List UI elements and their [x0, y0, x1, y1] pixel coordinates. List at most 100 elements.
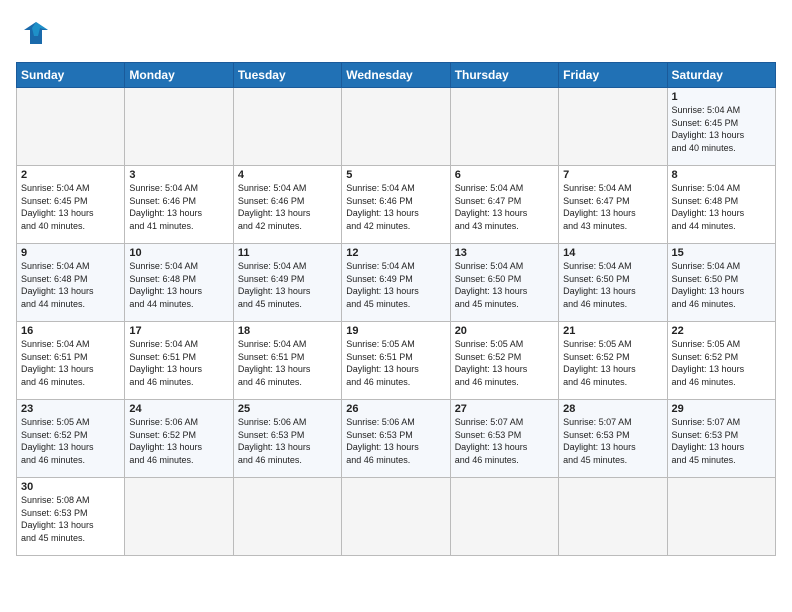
calendar-cell — [125, 478, 233, 556]
calendar-cell: 3 Sunrise: 5:04 AM Sunset: 6:46 PM Daylig… — [125, 166, 233, 244]
day-number: 6 — [455, 169, 554, 181]
calendar-cell: 15 Sunrise: 5:04 AM Sunset: 6:50 PM Dayli… — [667, 244, 775, 322]
day-info: Sunrise: 5:04 AM Sunset: 6:46 PM Dayligh… — [129, 183, 202, 231]
day-number: 19 — [346, 325, 445, 337]
day-number: 26 — [346, 403, 445, 415]
day-number: 30 — [21, 481, 120, 493]
day-info: Sunrise: 5:04 AM Sunset: 6:51 PM Dayligh… — [129, 339, 202, 387]
calendar-cell: 17 Sunrise: 5:04 AM Sunset: 6:51 PM Dayli… — [125, 322, 233, 400]
calendar-cell: 12 Sunrise: 5:04 AM Sunset: 6:49 PM Dayli… — [342, 244, 450, 322]
day-info: Sunrise: 5:05 AM Sunset: 6:52 PM Dayligh… — [21, 417, 94, 465]
day-info: Sunrise: 5:06 AM Sunset: 6:53 PM Dayligh… — [346, 417, 419, 465]
day-number: 10 — [129, 247, 228, 259]
calendar-cell: 25 Sunrise: 5:06 AM Sunset: 6:53 PM Dayli… — [233, 400, 341, 478]
calendar-cell: 16Sunrise: 5:04 AM Sunset: 6:51 PM Dayli… — [17, 322, 125, 400]
day-number: 7 — [563, 169, 662, 181]
day-number: 11 — [238, 247, 337, 259]
calendar-cell: 20 Sunrise: 5:05 AM Sunset: 6:52 PM Dayli… — [450, 322, 558, 400]
weekday-header-thursday: Thursday — [450, 63, 558, 88]
day-number: 12 — [346, 247, 445, 259]
calendar-cell: 26 Sunrise: 5:06 AM Sunset: 6:53 PM Dayli… — [342, 400, 450, 478]
day-info: Sunrise: 5:06 AM Sunset: 6:53 PM Dayligh… — [238, 417, 311, 465]
day-number: 1 — [672, 91, 771, 103]
day-info: Sunrise: 5:04 AM Sunset: 6:50 PM Dayligh… — [672, 261, 745, 309]
day-info: Sunrise: 5:04 AM Sunset: 6:46 PM Dayligh… — [346, 183, 419, 231]
day-info: Sunrise: 5:04 AM Sunset: 6:49 PM Dayligh… — [238, 261, 311, 309]
calendar-cell: 27 Sunrise: 5:07 AM Sunset: 6:53 PM Dayli… — [450, 400, 558, 478]
logo-icon — [18, 16, 54, 52]
day-info: Sunrise: 5:04 AM Sunset: 6:49 PM Dayligh… — [346, 261, 419, 309]
calendar-cell: 14 Sunrise: 5:04 AM Sunset: 6:50 PM Dayli… — [559, 244, 667, 322]
day-number: 5 — [346, 169, 445, 181]
calendar-cell: 29Sunrise: 5:07 AM Sunset: 6:53 PM Dayli… — [667, 400, 775, 478]
calendar-cell: 7 Sunrise: 5:04 AM Sunset: 6:47 PM Daylig… — [559, 166, 667, 244]
day-number: 23 — [21, 403, 120, 415]
day-number: 25 — [238, 403, 337, 415]
calendar-cell — [559, 88, 667, 166]
day-info: Sunrise: 5:04 AM Sunset: 6:48 PM Dayligh… — [672, 183, 745, 231]
day-info: Sunrise: 5:04 AM Sunset: 6:47 PM Dayligh… — [455, 183, 528, 231]
day-number: 15 — [672, 247, 771, 259]
calendar-cell: 22Sunrise: 5:05 AM Sunset: 6:52 PM Dayli… — [667, 322, 775, 400]
calendar-cell: 2Sunrise: 5:04 AM Sunset: 6:45 PM Daylig… — [17, 166, 125, 244]
weekday-header-wednesday: Wednesday — [342, 63, 450, 88]
day-number: 9 — [21, 247, 120, 259]
calendar-cell: 4 Sunrise: 5:04 AM Sunset: 6:46 PM Daylig… — [233, 166, 341, 244]
calendar-cell: 6 Sunrise: 5:04 AM Sunset: 6:47 PM Daylig… — [450, 166, 558, 244]
day-number: 17 — [129, 325, 228, 337]
day-info: Sunrise: 5:04 AM Sunset: 6:48 PM Dayligh… — [21, 261, 94, 309]
weekday-header-monday: Monday — [125, 63, 233, 88]
calendar-week-5: 23 Sunrise: 5:05 AM Sunset: 6:52 PM Dayli… — [17, 400, 776, 478]
day-info: Sunrise: 5:04 AM Sunset: 6:51 PM Dayligh… — [238, 339, 311, 387]
calendar-week-1: 1 Sunrise: 5:04 AM Sunset: 6:45 PM Daylig… — [17, 88, 776, 166]
calendar-cell — [233, 88, 341, 166]
day-number: 8 — [672, 169, 771, 181]
day-info: Sunrise: 5:04 AM Sunset: 6:48 PM Dayligh… — [129, 261, 202, 309]
calendar-cell: 19Sunrise: 5:05 AM Sunset: 6:51 PM Dayli… — [342, 322, 450, 400]
calendar-cell — [17, 88, 125, 166]
day-info: Sunrise: 5:07 AM Sunset: 6:53 PM Dayligh… — [455, 417, 528, 465]
day-number: 4 — [238, 169, 337, 181]
header — [16, 16, 776, 52]
calendar-cell — [667, 478, 775, 556]
day-number: 27 — [455, 403, 554, 415]
calendar-cell — [450, 478, 558, 556]
calendar-week-2: 2Sunrise: 5:04 AM Sunset: 6:45 PM Daylig… — [17, 166, 776, 244]
day-number: 24 — [129, 403, 228, 415]
weekday-header-tuesday: Tuesday — [233, 63, 341, 88]
weekday-header-friday: Friday — [559, 63, 667, 88]
day-info: Sunrise: 5:08 AM Sunset: 6:53 PM Dayligh… — [21, 495, 94, 543]
calendar-cell: 5 Sunrise: 5:04 AM Sunset: 6:46 PM Daylig… — [342, 166, 450, 244]
calendar-week-6: 30 Sunrise: 5:08 AM Sunset: 6:53 PM Dayli… — [17, 478, 776, 556]
day-number: 14 — [563, 247, 662, 259]
day-info: Sunrise: 5:04 AM Sunset: 6:50 PM Dayligh… — [563, 261, 636, 309]
day-info: Sunrise: 5:07 AM Sunset: 6:53 PM Dayligh… — [563, 417, 636, 465]
calendar-cell: 10 Sunrise: 5:04 AM Sunset: 6:48 PM Dayli… — [125, 244, 233, 322]
calendar-cell: 8 Sunrise: 5:04 AM Sunset: 6:48 PM Daylig… — [667, 166, 775, 244]
calendar-cell — [559, 478, 667, 556]
logo — [16, 16, 54, 52]
day-info: Sunrise: 5:06 AM Sunset: 6:52 PM Dayligh… — [129, 417, 202, 465]
calendar-cell: 1 Sunrise: 5:04 AM Sunset: 6:45 PM Daylig… — [667, 88, 775, 166]
calendar-cell: 21Sunrise: 5:05 AM Sunset: 6:52 PM Dayli… — [559, 322, 667, 400]
day-info: Sunrise: 5:04 AM Sunset: 6:47 PM Dayligh… — [563, 183, 636, 231]
day-number: 20 — [455, 325, 554, 337]
day-info: Sunrise: 5:04 AM Sunset: 6:45 PM Dayligh… — [672, 105, 745, 153]
calendar-cell: 13Sunrise: 5:04 AM Sunset: 6:50 PM Dayli… — [450, 244, 558, 322]
calendar-page: SundayMondayTuesdayWednesdayThursdayFrid… — [0, 0, 792, 566]
day-info: Sunrise: 5:04 AM Sunset: 6:45 PM Dayligh… — [21, 183, 94, 231]
day-info: Sunrise: 5:05 AM Sunset: 6:52 PM Dayligh… — [672, 339, 745, 387]
day-info: Sunrise: 5:04 AM Sunset: 6:46 PM Dayligh… — [238, 183, 311, 231]
day-number: 21 — [563, 325, 662, 337]
calendar-cell: 18Sunrise: 5:04 AM Sunset: 6:51 PM Dayli… — [233, 322, 341, 400]
day-info: Sunrise: 5:07 AM Sunset: 6:53 PM Dayligh… — [672, 417, 745, 465]
calendar-cell: 11 Sunrise: 5:04 AM Sunset: 6:49 PM Dayli… — [233, 244, 341, 322]
weekday-header-saturday: Saturday — [667, 63, 775, 88]
day-info: Sunrise: 5:04 AM Sunset: 6:51 PM Dayligh… — [21, 339, 94, 387]
calendar-cell: 24 Sunrise: 5:06 AM Sunset: 6:52 PM Dayli… — [125, 400, 233, 478]
calendar-cell: 28Sunrise: 5:07 AM Sunset: 6:53 PM Dayli… — [559, 400, 667, 478]
day-number: 3 — [129, 169, 228, 181]
day-info: Sunrise: 5:05 AM Sunset: 6:52 PM Dayligh… — [455, 339, 528, 387]
calendar-cell — [342, 478, 450, 556]
calendar-cell: 9 Sunrise: 5:04 AM Sunset: 6:48 PM Daylig… — [17, 244, 125, 322]
